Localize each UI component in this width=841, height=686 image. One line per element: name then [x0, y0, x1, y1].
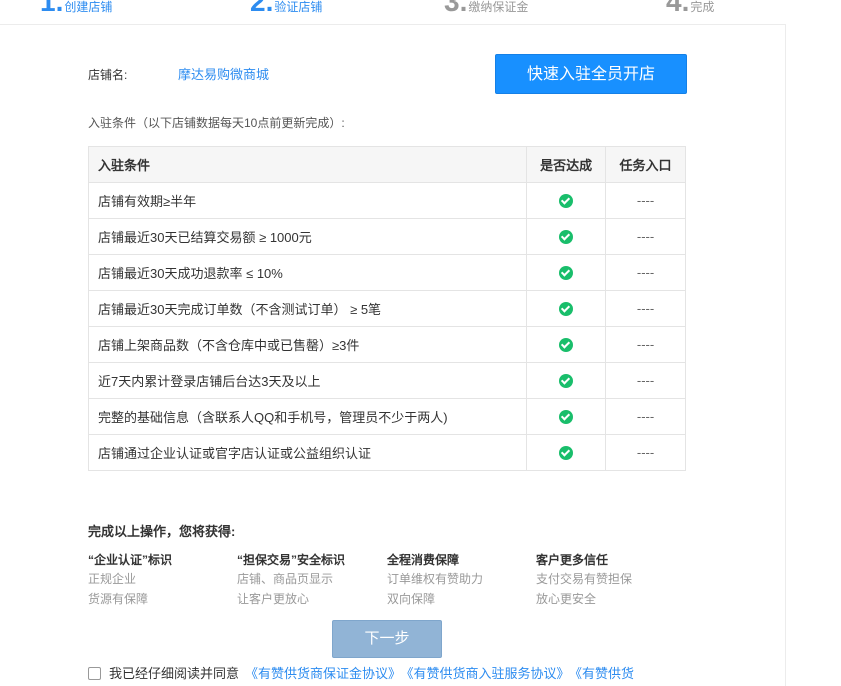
condition-text: 店铺最近30天成功退款率 ≤ 10% [87, 254, 528, 291]
table-row: 店铺通过企业认证或官字店认证或公益组织认证 ---- [87, 434, 686, 471]
task-entry: ---- [605, 218, 686, 255]
benefit-line: 正规企业 [88, 572, 137, 586]
benefit-customer-trust: 客户更多信任 支付交易有赞担保 放心更安全 [536, 551, 686, 609]
step-label: 完成 [690, 0, 715, 14]
benefit-title: “担保交易”安全标识 [237, 553, 346, 567]
benefit-line: 放心更安全 [536, 592, 597, 606]
service-agreement-link[interactable]: 《有赞供货商入驻服务协议》 [407, 666, 570, 681]
step-number: 3. [444, 0, 468, 17]
condition-text: 店铺最近30天已结算交易额 ≥ 1000元 [87, 218, 528, 255]
table-row: 完整的基础信息（含联系人QQ和手机号，管理员不少于两人) ---- [87, 398, 686, 435]
task-entry: ---- [605, 362, 686, 399]
benefit-line: 支付交易有赞担保 [536, 572, 633, 586]
benefit-line: 货源有保障 [88, 592, 149, 606]
condition-text: 完整的基础信息（含联系人QQ和手机号，管理员不少于两人) [87, 398, 528, 435]
table-row: 店铺最近30天完成订单数（不含测试订单） ≥ 5笔 ---- [87, 290, 686, 327]
benefit-line: 订单维权有赞助力 [387, 572, 484, 586]
step-deposit: 3.缴纳保证金 [444, 0, 528, 18]
column-header-condition: 入驻条件 [87, 146, 528, 183]
step-label: 缴纳保证金 [468, 0, 529, 14]
task-entry: ---- [605, 326, 686, 363]
conditions-intro: 入驻条件（以下店铺数据每天10点前更新完成）: [88, 116, 345, 130]
benefit-enterprise-cert: “企业认证”标识 正规企业 货源有保障 [88, 551, 238, 609]
quick-open-shop-button[interactable]: 快速入驻全员开店 [495, 54, 687, 94]
agreement-text: 我已经仔细阅读并同意 [109, 666, 240, 681]
step-number: 4. [666, 0, 690, 17]
conditions-table: 入驻条件 是否达成 任务入口 店铺有效期≥半年 ---- 店铺最近30天已结算交易… [87, 146, 686, 471]
table-row: 近7天内累计登录店铺后台达3天及以上 ---- [87, 362, 686, 399]
task-entry: ---- [605, 398, 686, 435]
benefit-line: 店铺、商品页显示 [237, 572, 334, 586]
agree-checkbox[interactable] [88, 667, 101, 680]
table-row: 店铺上架商品数（不含仓库中或已售罄）≥3件 ---- [87, 326, 686, 363]
step-label: 创建店铺 [64, 0, 113, 14]
condition-text: 店铺上架商品数（不含仓库中或已售罄）≥3件 [87, 326, 528, 363]
table-header-row: 入驻条件 是否达成 任务入口 [87, 146, 686, 183]
check-circle-icon [559, 302, 574, 317]
next-step-button[interactable]: 下一步 [332, 620, 442, 658]
check-circle-icon [559, 266, 574, 281]
task-entry: ---- [605, 290, 686, 327]
supplier-agreement-link[interactable]: 《有赞供货 [576, 666, 635, 681]
benefit-title: “企业认证”标识 [88, 553, 173, 567]
column-header-entry: 任务入口 [605, 146, 686, 183]
benefit-line: 让客户更放心 [237, 592, 310, 606]
shop-name-label: 店铺名: [88, 68, 128, 82]
column-header-met: 是否达成 [526, 146, 607, 183]
benefit-line: 双向保障 [387, 592, 436, 606]
condition-text: 店铺通过企业认证或官字店认证或公益组织认证 [87, 434, 528, 471]
table-row: 店铺最近30天已结算交易额 ≥ 1000元 ---- [87, 218, 686, 255]
check-circle-icon [559, 338, 574, 353]
agreement-row: 我已经仔细阅读并同意 《有赞供货商保证金协议》 《有赞供货商入驻服务协议》 《有赞供货 [88, 663, 634, 682]
condition-text: 店铺有效期≥半年 [87, 182, 528, 219]
step-label: 验证店铺 [274, 0, 323, 14]
table-row: 店铺最近30天成功退款率 ≤ 10% ---- [87, 254, 686, 291]
step-verify-shop: 2.验证店铺 [250, 0, 322, 18]
benefits-title: 完成以上操作，您将获得: [88, 524, 236, 539]
check-circle-icon [559, 410, 574, 425]
check-circle-icon [559, 230, 574, 245]
benefit-guaranteed-trade: “担保交易”安全标识 店铺、商品页显示 让客户更放心 [237, 551, 387, 609]
step-number: 1. [40, 0, 64, 17]
check-circle-icon [559, 446, 574, 461]
benefit-title: 客户更多信任 [536, 553, 609, 567]
condition-text: 店铺最近30天完成订单数（不含测试订单） ≥ 5笔 [87, 290, 528, 327]
task-entry: ---- [605, 434, 686, 471]
step-create-shop: 1.创建店铺 [40, 0, 112, 18]
step-number: 2. [250, 0, 274, 17]
benefit-title: 全程消费保障 [387, 553, 460, 567]
check-circle-icon [559, 194, 574, 209]
step-progress: 1.创建店铺 2.验证店铺 3.缴纳保证金 4.完成 [0, 0, 786, 25]
table-row: 店铺有效期≥半年 ---- [87, 182, 686, 219]
step-complete: 4.完成 [666, 0, 714, 18]
condition-text: 近7天内累计登录店铺后台达3天及以上 [87, 362, 528, 399]
check-circle-icon [559, 374, 574, 389]
task-entry: ---- [605, 182, 686, 219]
task-entry: ---- [605, 254, 686, 291]
benefit-consumer-protection: 全程消费保障 订单维权有赞助力 双向保障 [387, 551, 537, 609]
deposit-agreement-link[interactable]: 《有赞供货商保证金协议》 [245, 666, 401, 681]
shop-name-link[interactable]: 摩达易购微商城 [178, 64, 269, 83]
